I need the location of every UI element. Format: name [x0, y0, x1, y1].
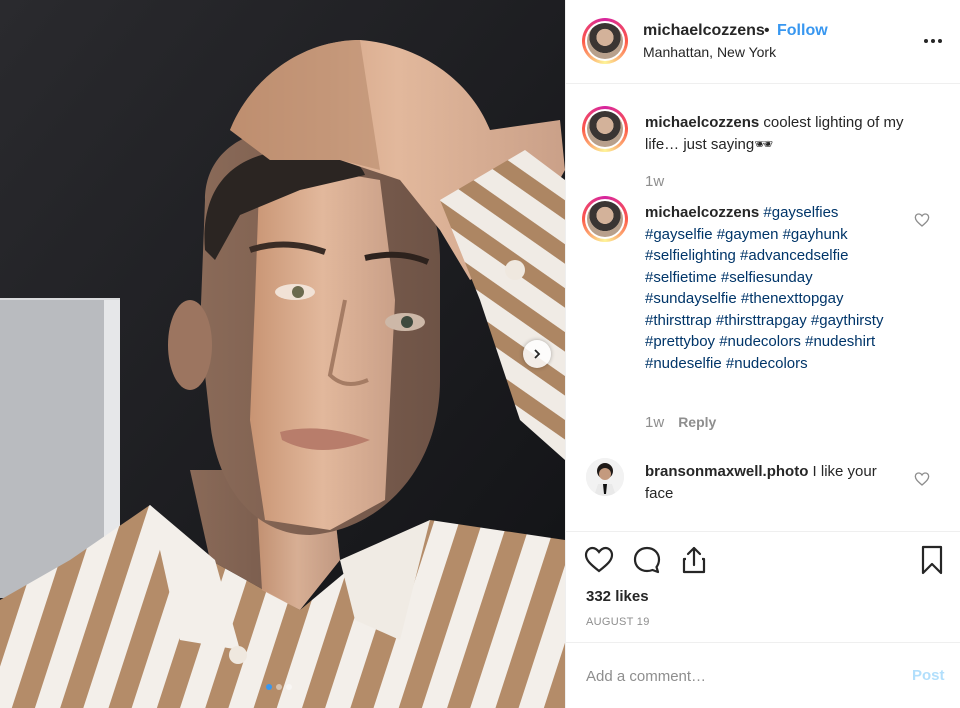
caption-text: michaelcozzens coolest lighting of my li… [645, 112, 905, 155]
post-actions: 332 likes AUGUST 19 [566, 531, 960, 641]
comment-age: 1w [645, 414, 665, 431]
more-icon[interactable] [922, 30, 944, 52]
bookmark-icon[interactable] [916, 544, 948, 576]
author-avatar[interactable] [582, 18, 628, 64]
post-side-panel: michaelcozzens • Follow Manhattan, New Y… [565, 0, 960, 708]
carousel-dot [276, 684, 282, 690]
commenter-username[interactable]: bransonmaxwell.photo [645, 463, 808, 480]
header-separator: • [764, 22, 770, 39]
commenter-avatar[interactable] [586, 458, 624, 496]
hashtag-list[interactable]: #gayselfies #gayselfie #gaymen #gayhunk … [645, 204, 883, 372]
other-comment: bransonmaxwell.photo I like your face [645, 461, 905, 504]
comment-composer: Post [566, 642, 960, 708]
avatar-image [586, 458, 624, 496]
comments-list[interactable]: michaelcozzens coolest lighting of my li… [566, 85, 960, 530]
post-media[interactable] [0, 0, 565, 708]
post-header: michaelcozzens • Follow Manhattan, New Y… [566, 0, 960, 84]
post-date[interactable]: AUGUST 19 [586, 616, 650, 628]
like-comment-heart-icon[interactable] [914, 212, 930, 228]
reply-button[interactable]: Reply [678, 414, 716, 430]
comment-username[interactable]: michaelcozzens [645, 204, 759, 221]
like-count[interactable]: 332 likes [586, 588, 649, 605]
hashtag-comment: michaelcozzens #gayselfies #gayselfie #g… [645, 202, 905, 374]
next-photo-button[interactable] [523, 340, 551, 368]
post-location[interactable]: Manhattan, New York [643, 44, 776, 60]
chevron-right-icon [534, 349, 541, 359]
share-icon[interactable] [678, 544, 710, 576]
caption-age: 1w [645, 173, 665, 190]
post-photo [0, 0, 565, 708]
heart-icon[interactable] [583, 544, 615, 576]
carousel-indicator [266, 684, 292, 690]
caption-avatar[interactable] [582, 106, 628, 152]
comment-icon[interactable] [631, 544, 663, 576]
post-comment-button[interactable]: Post [912, 667, 945, 684]
like-comment-heart-icon[interactable] [914, 471, 930, 487]
follow-button[interactable]: Follow [777, 22, 828, 40]
comment-input[interactable] [586, 663, 886, 689]
carousel-dot [286, 684, 292, 690]
comment-avatar[interactable] [582, 196, 628, 242]
comment-meta: 1w Reply [645, 414, 716, 431]
author-username[interactable]: michaelcozzens [643, 22, 765, 40]
caption-username[interactable]: michaelcozzens [645, 114, 759, 131]
carousel-dot [266, 684, 272, 690]
